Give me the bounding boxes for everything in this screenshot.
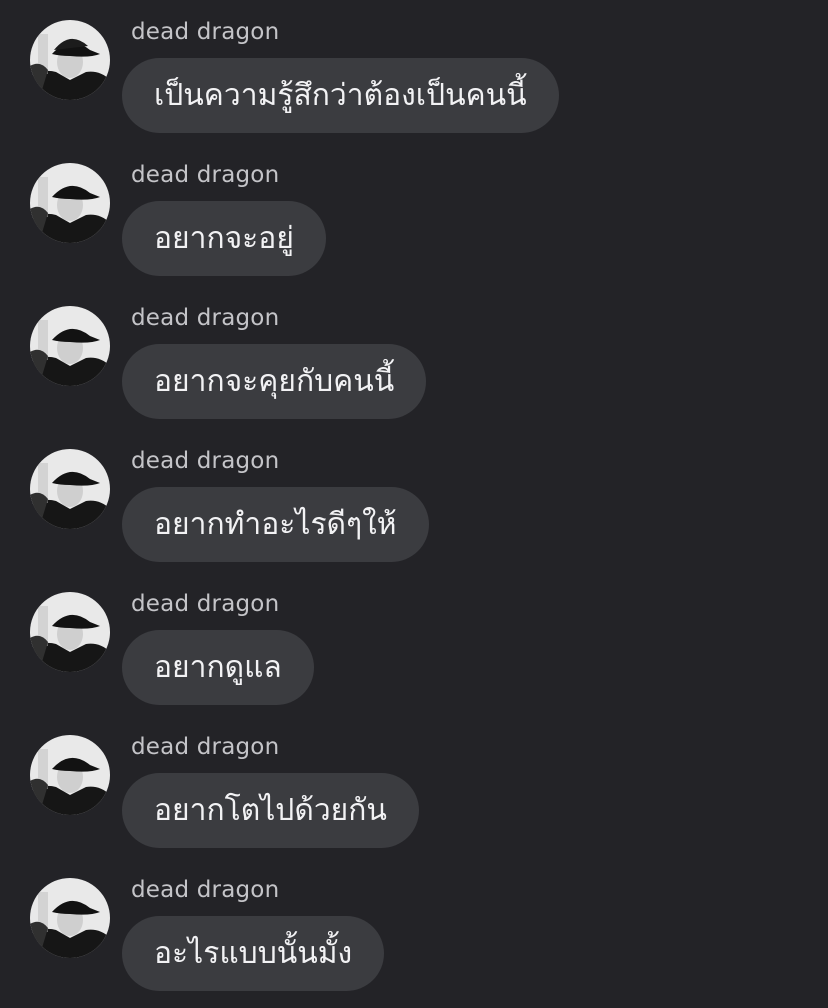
message-bubble[interactable]: เป็นความรู้สึกว่าต้องเป็นคนนี้ (122, 58, 559, 133)
avatar-photo-icon (30, 20, 110, 100)
message-row: dead dragon อยากโตไปด้วยกัน (0, 715, 828, 858)
sender-name: dead dragon (131, 305, 280, 331)
message-bubble[interactable]: อยากจะคุยกับคนนี้ (122, 344, 427, 419)
avatar-photo-icon (30, 449, 110, 529)
avatar-photo-icon (30, 878, 110, 958)
message-row: dead dragon อยากทำอะไรดีๆให้ (0, 429, 828, 572)
message-row: dead dragon อยากจะคุยกับคนนี้ (0, 286, 828, 429)
message-bubble[interactable]: อยากทำอะไรดีๆให้ (122, 487, 429, 562)
message-row: dead dragon อยากจะอยู่ (0, 143, 828, 286)
message-row: dead dragon เป็นความรู้สึกว่าต้องเป็นคนน… (0, 0, 828, 143)
avatar[interactable] (30, 878, 110, 958)
avatar[interactable] (30, 449, 110, 529)
sender-name: dead dragon (131, 591, 280, 617)
sender-name: dead dragon (131, 162, 280, 188)
avatar-photo-icon (30, 592, 110, 672)
avatar-photo-icon (30, 306, 110, 386)
avatar-photo-icon (30, 163, 110, 243)
message-row: dead dragon อะไรแบบนั้นมั้ง (0, 858, 828, 1001)
message-bubble[interactable]: อะไรแบบนั้นมั้ง (122, 916, 385, 991)
avatar[interactable] (30, 306, 110, 386)
avatar[interactable] (30, 163, 110, 243)
avatar-photo-icon (30, 735, 110, 815)
chat-thread: dead dragon เป็นความรู้สึกว่าต้องเป็นคนน… (0, 0, 828, 1008)
sender-name: dead dragon (131, 19, 280, 45)
message-bubble[interactable]: อยากจะอยู่ (122, 201, 326, 276)
avatar[interactable] (30, 735, 110, 815)
message-row: dead dragon อยากดูแล (0, 572, 828, 715)
sender-name: dead dragon (131, 448, 280, 474)
avatar[interactable] (30, 592, 110, 672)
message-bubble[interactable]: อยากดูแล (122, 630, 314, 705)
message-bubble[interactable]: อยากโตไปด้วยกัน (122, 773, 419, 848)
avatar[interactable] (30, 20, 110, 100)
sender-name: dead dragon (131, 734, 280, 760)
sender-name: dead dragon (131, 877, 280, 903)
